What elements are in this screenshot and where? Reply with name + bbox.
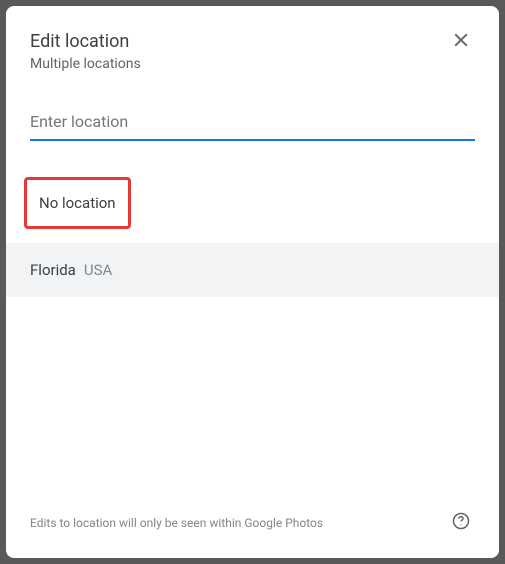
location-input[interactable] — [30, 108, 475, 135]
option-secondary: USA — [84, 261, 112, 279]
help-icon — [451, 511, 471, 534]
dialog-title: Edit location — [30, 30, 141, 54]
option-no-location[interactable]: No location — [24, 177, 131, 229]
footer-note: Edits to location will only be seen with… — [30, 516, 323, 530]
dialog-subtitle: Multiple locations — [30, 56, 141, 72]
spacer — [6, 297, 499, 491]
option-primary: Florida — [30, 261, 76, 279]
option-label: No location — [39, 194, 116, 212]
input-container — [30, 108, 475, 141]
help-button[interactable] — [447, 507, 475, 538]
option-suggestion[interactable]: Florida USA — [6, 243, 499, 297]
dialog-header: Edit location Multiple locations — [6, 6, 499, 80]
header-text: Edit location Multiple locations — [30, 30, 141, 72]
options-gap — [6, 229, 499, 243]
dialog-footer: Edits to location will only be seen with… — [6, 491, 499, 558]
options-list: No location Florida USA — [6, 177, 499, 297]
input-section — [6, 80, 499, 141]
close-icon — [451, 30, 471, 53]
edit-location-dialog: Edit location Multiple locations No loca… — [6, 6, 499, 558]
close-button[interactable] — [447, 26, 475, 57]
